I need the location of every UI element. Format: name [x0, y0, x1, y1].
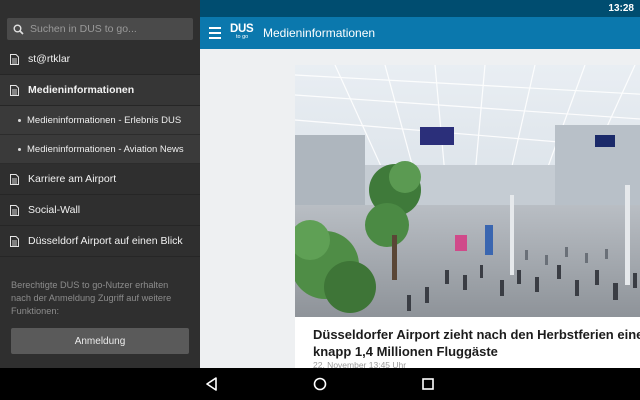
document-icon	[10, 235, 19, 247]
status-time: 13:28	[608, 3, 634, 14]
system-navigation-bar	[0, 368, 640, 400]
search-icon	[13, 24, 24, 35]
drawer-item-label: Düsseldorf Airport auf einen Blick	[28, 235, 183, 247]
drawer-item-label: Medieninformationen	[28, 84, 135, 96]
article-image	[295, 65, 640, 317]
document-icon	[10, 84, 19, 96]
recents-icon[interactable]	[420, 376, 436, 392]
drawer-subitem-label: Medieninformationen - Erlebnis DUS	[27, 114, 182, 126]
status-bar: 13:28	[200, 0, 640, 17]
drawer-item-karriere[interactable]: Karriere am Airport	[0, 164, 200, 195]
menu-icon[interactable]	[209, 27, 221, 39]
main-content: Düsseldorfer Airport zieht nach den Herb…	[200, 49, 640, 368]
back-icon[interactable]	[204, 376, 220, 392]
article-card[interactable]: Düsseldorfer Airport zieht nach den Herb…	[295, 65, 640, 368]
drawer-item-startklar[interactable]: st@rtklar	[0, 44, 200, 75]
article-headline[interactable]: Düsseldorfer Airport zieht nach den Herb…	[313, 326, 640, 360]
drawer-item-label: Social-Wall	[28, 204, 81, 216]
document-icon	[10, 53, 19, 65]
login-button[interactable]: Anmeldung	[11, 328, 189, 354]
drawer-item-medieninformationen[interactable]: Medieninformationen	[0, 75, 200, 106]
drawer-menu: st@rtklar Medieninformationen Medieninfo…	[0, 44, 200, 257]
bullet-icon	[18, 147, 21, 151]
article-date: 22. November 13:45 Uhr	[313, 360, 407, 368]
drawer-subitem-aviation-news[interactable]: Medieninformationen - Aviation News	[0, 135, 200, 164]
document-icon	[10, 204, 19, 216]
app-bar: DUS to go Medieninformationen	[200, 17, 640, 49]
login-note: Berechtigte DUS to go-Nutzer erhalten na…	[11, 280, 172, 316]
navigation-drawer: st@rtklar Medieninformationen Medieninfo…	[0, 0, 200, 368]
drawer-item-label: Karriere am Airport	[28, 173, 117, 185]
drawer-subitem-label: Medieninformationen - Aviation News	[27, 143, 184, 155]
home-icon[interactable]	[312, 376, 328, 392]
drawer-item-social-wall[interactable]: Social-Wall	[0, 195, 200, 226]
search-input[interactable]	[30, 23, 190, 35]
drawer-subitem-erlebnis-dus[interactable]: Medieninformationen - Erlebnis DUS	[0, 106, 200, 135]
app-logo: DUS to go	[230, 23, 254, 40]
page-title: Medieninformationen	[263, 26, 376, 40]
drawer-item-label: st@rtklar	[28, 53, 71, 65]
search-box[interactable]	[7, 18, 193, 40]
drawer-item-airport-auf-einen-blick[interactable]: Düsseldorf Airport auf einen Blick	[0, 226, 200, 257]
document-icon	[10, 173, 19, 185]
bullet-icon	[18, 118, 21, 122]
